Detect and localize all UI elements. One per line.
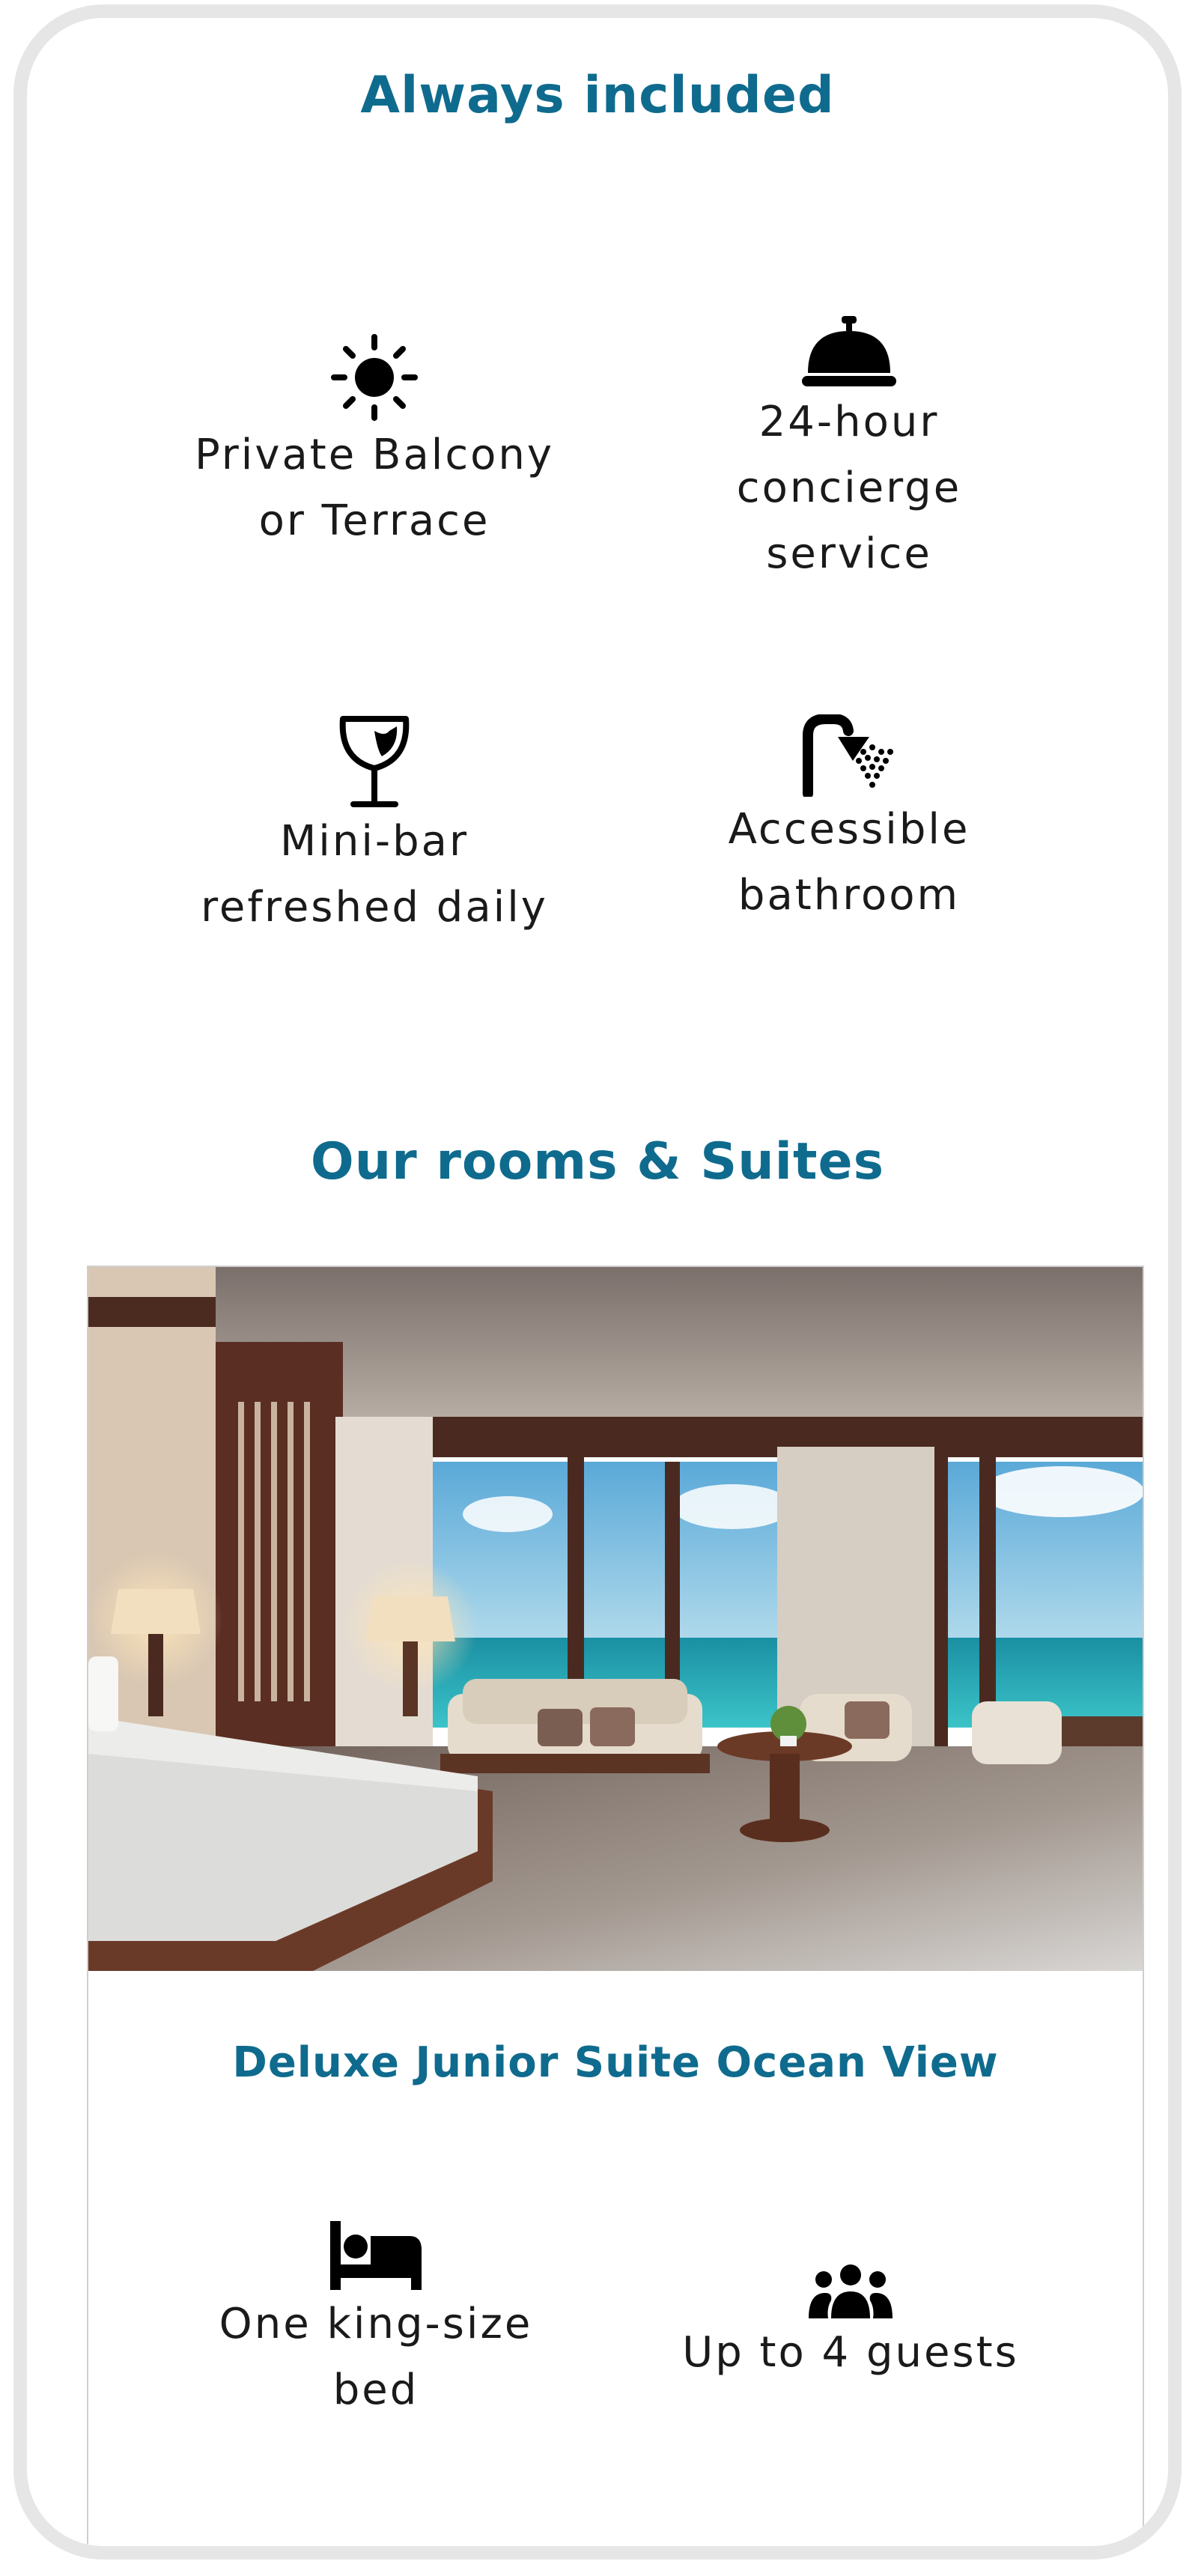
room-feature-guests: Up to 4 guests xyxy=(611,2263,1090,2386)
rooms-heading: Our rooms & Suites xyxy=(310,1132,885,1191)
room-feature-label: One king-size bed xyxy=(219,2300,533,2414)
sun-icon xyxy=(331,334,418,421)
amenity-concierge: 24-hour concierge service xyxy=(609,315,1089,587)
wine-glass-icon xyxy=(339,716,410,807)
amenity-label: Accessible bathroom xyxy=(728,805,970,920)
amenity-balcony: Private Balcony or Terrace xyxy=(135,332,614,554)
room-feature-label: Up to 4 guests xyxy=(682,2328,1019,2377)
service-bell-icon xyxy=(802,316,896,386)
users-icon xyxy=(809,2264,893,2318)
bed-icon xyxy=(330,2221,422,2290)
room-card[interactable]: Deluxe Junior Suite Ocean View One king-… xyxy=(87,1266,1144,2546)
always-included-heading: Always included xyxy=(360,66,835,125)
shower-icon xyxy=(803,714,893,797)
amenity-label: 24-hour concierge service xyxy=(736,398,962,578)
amenity-label: Private Balcony or Terrace xyxy=(194,431,554,545)
amenity-label: Mini-bar refreshed daily xyxy=(201,817,548,932)
room-name: Deluxe Junior Suite Ocean View xyxy=(232,2038,999,2087)
amenity-bathroom: Accessible bathroom xyxy=(609,714,1089,929)
phone-frame: Always included Private Balcony or Terra… xyxy=(13,4,1182,2560)
amenity-minibar: Mini-bar refreshed daily xyxy=(135,714,614,941)
ocean-view-suite-photo xyxy=(88,1267,1143,1971)
room-feature-bed: One king-size bed xyxy=(136,2220,615,2423)
